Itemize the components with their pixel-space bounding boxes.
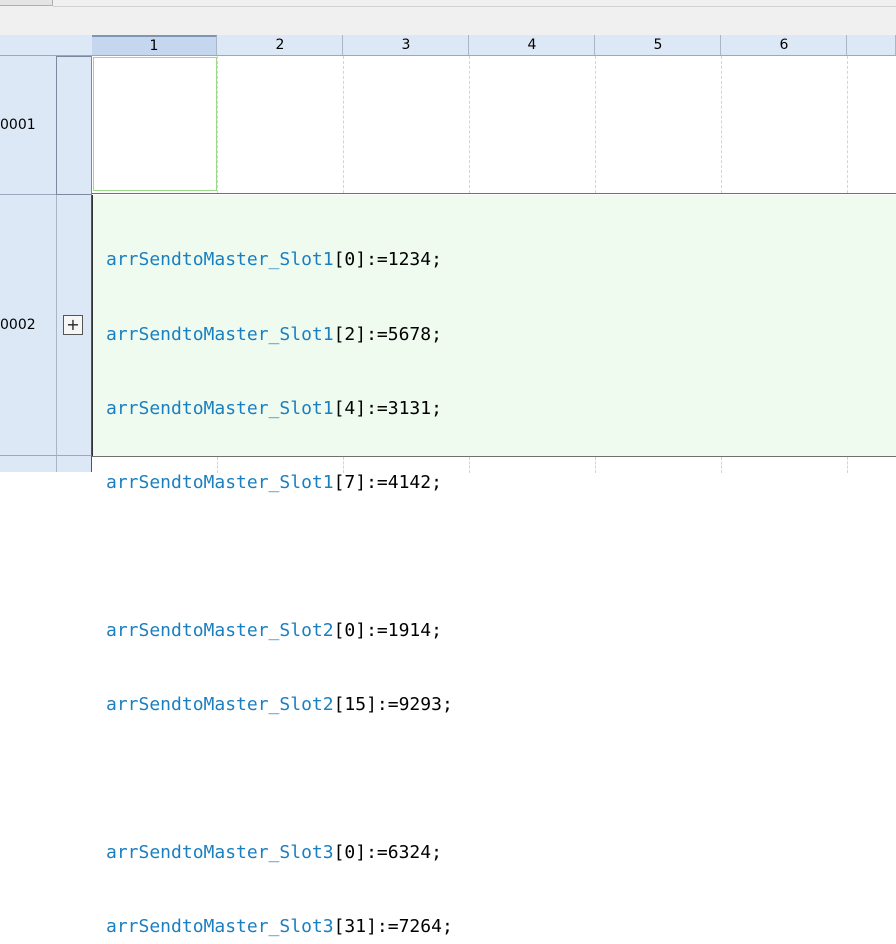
grid-line (595, 56, 596, 193)
grid-line (343, 56, 344, 193)
column-header-3[interactable]: 3 (344, 35, 469, 55)
grid-line (343, 457, 344, 473)
column-header-5[interactable]: 5 (596, 35, 721, 55)
code-line: arrSendtoMaster_Slot3[31]:=7264; (106, 916, 453, 938)
grid-line (217, 457, 218, 473)
row-marker-0002: + (56, 195, 92, 456)
column-header-2[interactable]: 2 (218, 35, 343, 55)
row-header-0002[interactable]: 0002 (0, 195, 56, 456)
grid-line (847, 457, 848, 473)
expand-icon[interactable]: + (63, 315, 83, 335)
column-header-1[interactable]: 1 (92, 35, 217, 55)
code-line: arrSendtoMaster_Slot2[15]:=9293; (106, 693, 453, 715)
grid-line (469, 457, 470, 473)
code-line: arrSendtoMaster_Slot3[0]:=6324; (106, 842, 442, 864)
grid-line (595, 457, 596, 473)
row-marker-0003 (56, 456, 92, 472)
code-line: arrSendtoMaster_Slot1[7]:=4142; (106, 471, 442, 493)
header-corner-marker (56, 35, 93, 55)
grid-line (469, 56, 470, 193)
column-header-row: 1 2 3 4 5 6 (0, 35, 896, 56)
row-header-0001[interactable]: 0001 (0, 56, 56, 195)
row-number: 0001 (0, 117, 36, 133)
header-corner (0, 35, 57, 55)
toolbar-tab[interactable] (0, 0, 53, 6)
grid-line (721, 457, 722, 473)
code-cell[interactable]: arrSendtoMaster_Slot1[0]:=1234; arrSendt… (92, 195, 896, 937)
grid-row-0003 (92, 456, 896, 473)
code-line: arrSendtoMaster_Slot1[0]:=1234; (106, 249, 442, 271)
selected-cell[interactable] (93, 57, 217, 191)
column-header-7[interactable] (848, 35, 896, 55)
column-header-6[interactable]: 6 (722, 35, 847, 55)
code-line: arrSendtoMaster_Slot2[0]:=1914; (106, 619, 442, 641)
column-header-4[interactable]: 4 (470, 35, 595, 55)
code-line: arrSendtoMaster_Slot1[2]:=5678; (106, 323, 442, 345)
grid-line (721, 56, 722, 193)
row-header-0003[interactable] (0, 456, 56, 472)
grid-line (847, 56, 848, 193)
grid-row-0001 (92, 56, 896, 194)
grid-line (217, 56, 218, 193)
toolbar (0, 0, 896, 36)
code-line: arrSendtoMaster_Slot1[4]:=3131; (106, 397, 442, 419)
toolbar-divider (53, 6, 896, 7)
row-number: 0002 (0, 317, 36, 333)
row-marker-0001[interactable] (56, 56, 92, 195)
